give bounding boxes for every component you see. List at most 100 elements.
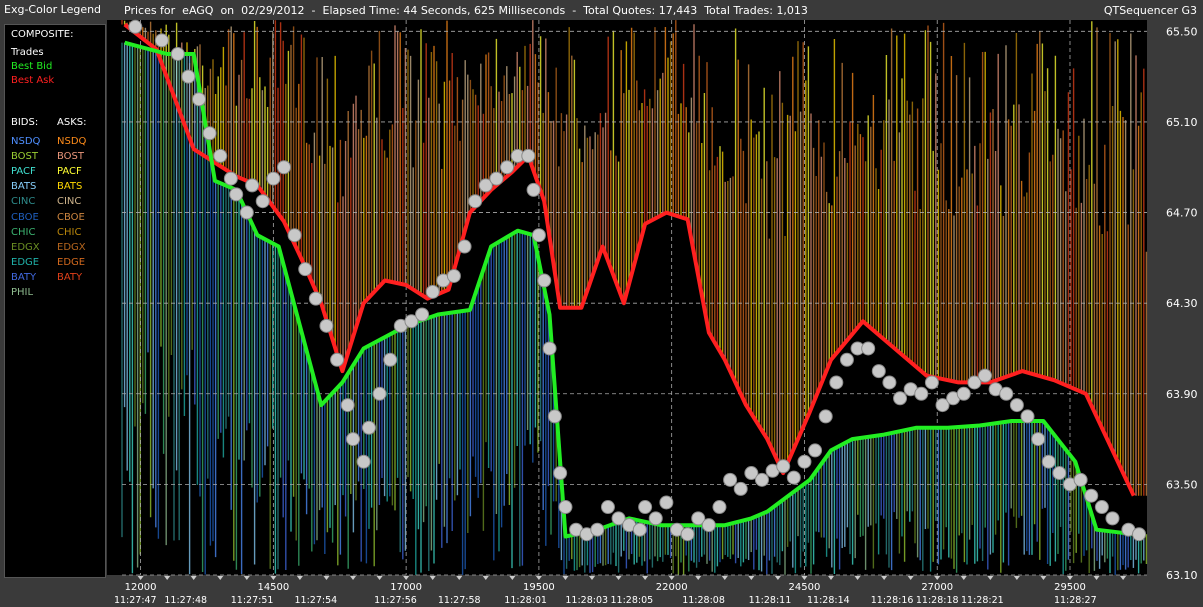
time-label: 11:28:14: [807, 595, 850, 606]
trade-point: [276, 160, 291, 175]
trade-point: [701, 518, 716, 533]
trade-point: [468, 194, 483, 209]
trade-point: [340, 398, 355, 413]
trade-point: [1009, 398, 1024, 413]
trade-point: [956, 386, 971, 401]
y-tick-label: 63.90: [1166, 388, 1198, 401]
trade-point: [531, 228, 546, 243]
x-tick-label: 22000: [656, 582, 688, 593]
trade-point: [1084, 488, 1099, 503]
x-tick-marker: [907, 576, 914, 580]
trade-point: [839, 352, 854, 367]
x-tick-marker: [1066, 576, 1073, 580]
x-tick-label: 19500: [523, 582, 555, 593]
trade-point: [489, 171, 504, 186]
trade-point: [526, 182, 541, 197]
x-tick-marker: [137, 576, 144, 580]
x-tick-marker: [1120, 576, 1127, 580]
trade-point: [181, 69, 196, 84]
trade-point: [558, 500, 573, 515]
trade-point: [590, 522, 605, 537]
trade-point: [356, 454, 371, 469]
trade-point: [346, 432, 361, 447]
trade-point: [712, 500, 727, 515]
trade-point: [914, 386, 929, 401]
trade-point: [383, 352, 398, 367]
y-tick-label: 63.50: [1166, 478, 1198, 491]
trade-point: [415, 307, 430, 322]
trade-point: [797, 454, 812, 469]
trade-point: [521, 148, 536, 163]
y-tick-label: 64.30: [1166, 297, 1198, 310]
trade-point: [229, 187, 244, 202]
trade-point: [128, 19, 143, 34]
time-label: 11:28:01: [504, 595, 547, 606]
trade-point: [882, 375, 897, 390]
x-tick-marker: [562, 576, 569, 580]
time-label: 11:28:27: [1054, 595, 1097, 606]
trade-point: [638, 500, 653, 515]
trade-point: [457, 239, 472, 254]
x-tick-marker: [350, 576, 357, 580]
trade-point: [1031, 432, 1046, 447]
time-label: 11:28:16: [871, 595, 914, 606]
trade-point: [871, 364, 886, 379]
time-label: 11:27:51: [231, 595, 274, 606]
x-tick-marker: [164, 576, 171, 580]
x-tick-marker: [695, 576, 702, 580]
trade-point: [255, 194, 270, 209]
price-chart: 65.50 65.10 64.70 64.30 63.90 63.50 63.10 12000…: [114, 19, 1198, 606]
trade-point: [446, 268, 461, 283]
x-tick-marker: [509, 576, 516, 580]
x-tick-marker: [1040, 576, 1047, 580]
x-tick-label: 12000: [125, 582, 157, 593]
trade-point: [319, 318, 334, 333]
x-tick-marker: [296, 576, 303, 580]
y-tick-label: 64.70: [1166, 207, 1198, 220]
trade-point: [537, 273, 552, 288]
trade-point: [818, 409, 833, 424]
trade-point: [372, 386, 387, 401]
x-tick-marker: [1013, 576, 1020, 580]
x-tick-marker: [376, 576, 383, 580]
trade-point: [680, 527, 695, 542]
x-tick-marker: [456, 576, 463, 580]
trade-point: [266, 171, 281, 186]
trade-point: [287, 228, 302, 243]
trade-point: [978, 368, 993, 383]
trade-point: [893, 391, 908, 406]
trade-point: [245, 178, 260, 193]
trade-point: [425, 284, 440, 299]
trade-point: [192, 92, 207, 107]
trade-point: [1041, 454, 1056, 469]
trade-point: [223, 171, 238, 186]
y-tick-label: 65.50: [1166, 25, 1198, 38]
trade-point: [542, 341, 557, 356]
x-tick-marker: [748, 576, 755, 580]
trade-point: [1052, 466, 1067, 481]
trade-point: [547, 409, 562, 424]
trade-point: [1105, 511, 1120, 526]
y-tick-label: 63.10: [1166, 569, 1198, 582]
x-tick-marker: [854, 576, 861, 580]
x-tick-marker: [243, 576, 250, 580]
trade-point: [1020, 409, 1035, 424]
trade-point: [1073, 472, 1088, 487]
time-label: 11:28:11: [749, 595, 792, 606]
x-tick-marker: [589, 576, 596, 580]
trade-point: [808, 443, 823, 458]
x-tick-marker: [934, 576, 941, 580]
trade-point: [154, 33, 169, 48]
x-tick-marker: [642, 576, 649, 580]
trade-point: [924, 375, 939, 390]
time-label: 11:27:48: [164, 595, 207, 606]
x-tick-marker: [270, 576, 277, 580]
trade-point: [202, 126, 217, 141]
trade-point: [298, 262, 313, 277]
x-tick-marker: [403, 576, 410, 580]
x-tick-marker: [987, 576, 994, 580]
x-tick-marker: [668, 576, 675, 580]
trade-point: [553, 466, 568, 481]
trade-point: [754, 472, 769, 487]
x-tick-marker: [482, 576, 489, 580]
